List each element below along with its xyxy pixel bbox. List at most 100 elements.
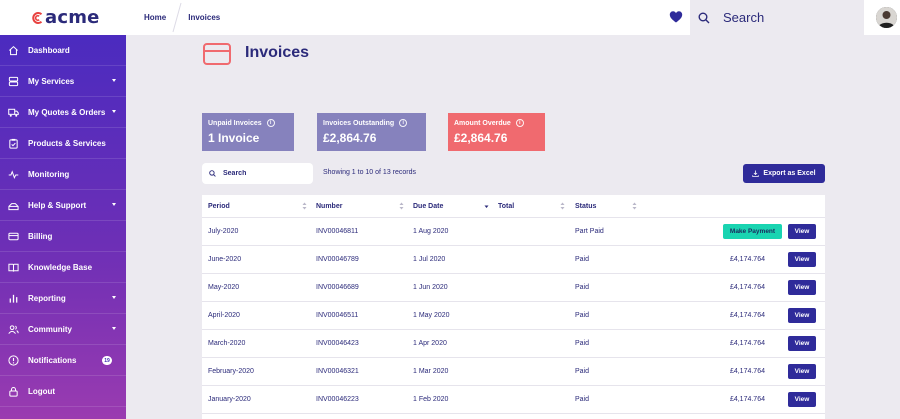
global-search-input[interactable]: [723, 10, 853, 25]
sidebar-item-knowledge-base[interactable]: Knowledge Base: [0, 252, 126, 283]
sidebar-item-label: Products & Services: [28, 138, 106, 148]
sidebar-item-monitoring[interactable]: Monitoring: [0, 159, 126, 190]
download-icon: [752, 170, 760, 177]
amount-overdue-card: Amount Overdue i £2,864.76: [448, 113, 545, 151]
info-icon[interactable]: i: [399, 119, 408, 127]
sidebar-item-billing[interactable]: Billing: [0, 221, 126, 252]
sidebar-item-label: My Services: [28, 76, 75, 86]
cell-period: June-2020: [208, 256, 242, 263]
sidebar-item-label: Knowledge Base: [28, 262, 93, 272]
cell-due-date: 1 Jul 2020: [413, 256, 446, 263]
server-icon: [8, 76, 19, 86]
sort-descending-icon[interactable]: [484, 202, 489, 210]
pulse-icon: [8, 169, 19, 179]
table-header: Period Number Due Date Total Status: [202, 195, 825, 218]
column-header-period[interactable]: Period: [208, 203, 230, 210]
table-row: April-2020 INV00046511 1 May 2020 £4,174…: [202, 302, 825, 330]
credit-card-icon: [203, 43, 231, 65]
sidebar-item-label: Help & Support: [28, 200, 87, 210]
cell-number: INV00046689: [316, 284, 359, 291]
table-row: July-2020 INV00046811 1 Aug 2020 £4,174.…: [202, 218, 825, 246]
sidebar-item-help-support[interactable]: Help & Support: [0, 190, 126, 221]
view-button[interactable]: View: [788, 392, 816, 407]
support-icon: [8, 202, 19, 210]
cell-number: INV00046789: [316, 256, 359, 263]
sidebar: Dashboard My Services My Quotes & Orders…: [0, 35, 126, 419]
sidebar-item-label: Dashboard: [28, 45, 70, 55]
sidebar-item-community[interactable]: Community: [0, 314, 126, 345]
view-button[interactable]: View: [788, 252, 816, 267]
records-count: Showing 1 to 10 of 13 records: [323, 169, 417, 176]
cell-period: February-2020: [208, 368, 254, 375]
sidebar-item-label: Billing: [28, 231, 53, 241]
sidebar-item-products-services[interactable]: Products & Services: [0, 128, 126, 159]
cell-total: £4,174.764: [729, 340, 765, 347]
cell-total: £4,174.764: [729, 396, 765, 403]
export-excel-button[interactable]: Export as Excel: [743, 164, 825, 183]
brand-name: acme: [45, 7, 100, 28]
logo[interactable]: acme: [32, 6, 100, 30]
breadcrumb-home[interactable]: Home: [144, 13, 166, 22]
cell-status: Part Paid: [575, 228, 604, 235]
bar-chart-icon: [9, 294, 18, 303]
lock-icon: [9, 386, 18, 397]
sort-icon[interactable]: [560, 202, 565, 210]
cell-number: INV00046511: [316, 312, 359, 319]
unpaid-invoices-label: Unpaid Invoices: [208, 119, 262, 127]
breadcrumb-separator: [172, 2, 182, 33]
sort-icon[interactable]: [632, 202, 637, 210]
cell-total: £4,174.764: [729, 368, 765, 375]
user-avatar[interactable]: [876, 7, 897, 28]
sidebar-item-dashboard[interactable]: Dashboard: [0, 35, 126, 66]
chevron-down-icon: [112, 203, 116, 206]
sidebar-item-notifications[interactable]: Notifications 19: [0, 345, 126, 376]
sidebar-item-quotes-orders[interactable]: My Quotes & Orders: [0, 97, 126, 128]
make-payment-button[interactable]: Make Payment: [723, 224, 782, 239]
users-icon: [8, 324, 19, 334]
info-icon[interactable]: i: [266, 119, 275, 127]
export-excel-label: Export as Excel: [763, 170, 816, 177]
view-button[interactable]: View: [788, 224, 816, 239]
unpaid-invoices-card: Unpaid Invoices i 1 Invoice: [202, 113, 294, 151]
amount-overdue-value: £2,864.76: [454, 131, 508, 145]
sort-icon[interactable]: [399, 202, 404, 210]
heart-icon[interactable]: [669, 10, 683, 24]
cell-status: Paid: [575, 284, 590, 291]
cell-number: INV00046423: [316, 340, 359, 347]
notifications-count-badge: 19: [102, 356, 112, 365]
invoices-outstanding-value: £2,864.76: [323, 131, 377, 145]
info-icon[interactable]: i: [515, 119, 524, 127]
invoices-outstanding-label: Invoices Outstanding: [323, 119, 395, 127]
view-button[interactable]: View: [788, 308, 816, 323]
sort-icon[interactable]: [302, 202, 307, 210]
table-row: May-2020 INV00046689 1 Jun 2020 £4,174.7…: [202, 274, 825, 302]
column-header-total[interactable]: Total: [498, 203, 514, 210]
card-icon: [8, 232, 19, 240]
table-search-input[interactable]: [223, 170, 303, 177]
cell-period: January-2020: [208, 396, 251, 403]
page-title: Invoices: [245, 44, 310, 61]
cell-number: INV00046811: [316, 228, 359, 235]
sidebar-item-reporting[interactable]: Reporting: [0, 283, 126, 314]
logo-mark-icon: [32, 12, 43, 24]
unpaid-invoices-value: 1 Invoice: [208, 131, 260, 145]
column-header-status[interactable]: Status: [575, 203, 596, 210]
search-icon: [209, 170, 216, 177]
home-icon: [9, 45, 18, 55]
cell-status: Paid: [575, 312, 590, 319]
view-button[interactable]: View: [788, 364, 816, 379]
column-header-number[interactable]: Number: [316, 203, 342, 210]
view-button[interactable]: View: [788, 336, 816, 351]
column-header-due-date[interactable]: Due Date: [413, 203, 443, 210]
cell-number: INV00046223: [316, 396, 359, 403]
cell-number: INV00046321: [316, 368, 359, 375]
book-icon: [8, 263, 19, 272]
sidebar-item-logout[interactable]: Logout: [0, 376, 126, 407]
view-button[interactable]: View: [788, 280, 816, 295]
cell-total: £4,174.764: [729, 312, 765, 319]
cell-status: Paid: [575, 340, 590, 347]
sidebar-item-my-services[interactable]: My Services: [0, 66, 126, 97]
cell-status: Paid: [575, 368, 590, 375]
breadcrumb-current: Invoices: [188, 13, 221, 22]
sidebar-item-label: My Quotes & Orders: [28, 107, 106, 117]
